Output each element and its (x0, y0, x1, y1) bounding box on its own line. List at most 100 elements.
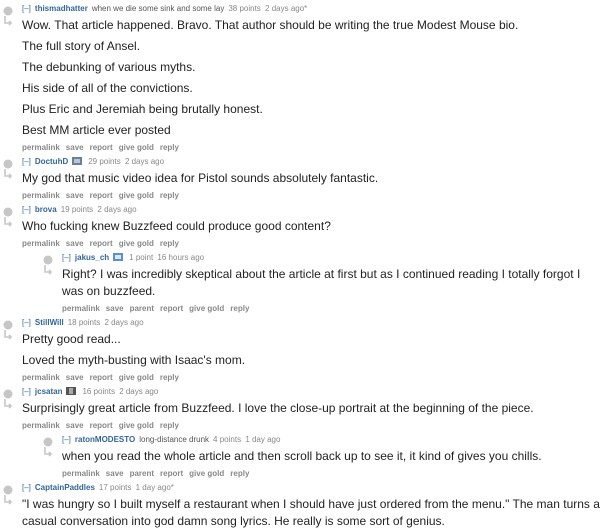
save-button[interactable]: save (66, 239, 84, 248)
comment-author[interactable]: StillWill (35, 318, 64, 327)
permalink-button[interactable]: permalink (22, 239, 60, 248)
give-gold-button[interactable]: give gold (189, 469, 224, 478)
give-gold-button[interactable]: give gold (119, 191, 154, 200)
parent-button[interactable]: parent (130, 304, 154, 313)
report-button[interactable]: report (90, 373, 113, 382)
comment-body: Right? I was incredibly skeptical about … (62, 266, 600, 300)
vote-arrows (2, 485, 16, 505)
downvote-icon[interactable] (2, 399, 14, 409)
comment-time: 2 days ago (119, 387, 159, 396)
permalink-button[interactable]: permalink (22, 143, 60, 152)
collapse-toggle[interactable]: [–] (22, 4, 31, 13)
save-button[interactable]: save (106, 304, 124, 313)
comment-body: Surprisingly great article from Buzzfeed… (22, 400, 600, 417)
upvote-icon[interactable] (2, 320, 14, 330)
comment-body: Pretty good read... Loved the myth-busti… (22, 331, 600, 369)
downvote-icon[interactable] (2, 330, 14, 340)
report-button[interactable]: report (160, 304, 183, 313)
comment-actions: permalink save report give gold reply (22, 421, 600, 431)
comment-author[interactable]: jakus_ch (75, 253, 109, 262)
report-button[interactable]: report (90, 239, 113, 248)
comment-author[interactable]: thismadhatter (35, 4, 88, 13)
comment-paragraph: My god that music video idea for Pistol … (22, 171, 379, 185)
flair-image-icon (72, 157, 83, 165)
comment-author[interactable]: jcsatan (35, 387, 63, 396)
reply-button[interactable]: reply (160, 239, 179, 248)
downvote-icon[interactable] (2, 169, 14, 179)
comment: [–] brova 19 points 2 days ago Who fucking… (0, 205, 600, 314)
downvote-icon[interactable] (42, 265, 54, 275)
give-gold-button[interactable]: give gold (119, 239, 154, 248)
comment-thread: [–] thismadhatter when we die some sink an… (0, 0, 600, 530)
comment-paragraph: Surprisingly great article from Buzzfeed… (22, 401, 534, 415)
reply-button[interactable]: reply (160, 191, 179, 200)
permalink-button[interactable]: permalink (62, 469, 100, 478)
downvote-icon[interactable] (2, 217, 14, 227)
collapse-toggle[interactable]: [–] (22, 483, 31, 492)
report-button[interactable]: report (90, 421, 113, 430)
permalink-button[interactable]: permalink (62, 304, 100, 313)
comment-tagline: [–] brova 19 points 2 days ago (22, 205, 600, 215)
give-gold-button[interactable]: give gold (119, 373, 154, 382)
give-gold-button[interactable]: give gold (119, 421, 154, 430)
comment-author[interactable]: CaptainPaddles (35, 483, 95, 492)
upvote-icon[interactable] (2, 159, 14, 169)
reply-button[interactable]: reply (160, 421, 179, 430)
vote-arrows (2, 389, 16, 409)
give-gold-button[interactable]: give gold (119, 143, 154, 152)
comment: [–] StillWill 18 points 2 days ago Pretty … (0, 318, 600, 383)
comment: [–] DoctuhD 29 points 2 days ago My god th… (0, 157, 600, 201)
comment-score: 19 points (60, 205, 94, 214)
downvote-icon[interactable] (2, 16, 14, 26)
downvote-icon[interactable] (2, 495, 14, 505)
comment-actions: permalink save report give gold reply (22, 191, 600, 201)
report-button[interactable]: report (90, 191, 113, 200)
save-button[interactable]: save (106, 469, 124, 478)
vote-arrows (42, 255, 56, 275)
save-button[interactable]: save (66, 373, 84, 382)
upvote-icon[interactable] (2, 485, 14, 495)
report-button[interactable]: report (90, 143, 113, 152)
save-button[interactable]: save (66, 191, 84, 200)
reply-button[interactable]: reply (230, 304, 249, 313)
parent-button[interactable]: parent (130, 469, 154, 478)
comment-paragraph: Wow. That article happened. Bravo. That … (22, 18, 519, 32)
upvote-icon[interactable] (2, 207, 14, 217)
reply-comment: [–] jakus_ch 1 point 16 hours ago Right? I… (40, 253, 600, 314)
upvote-icon[interactable] (2, 6, 14, 16)
collapse-toggle[interactable]: [–] (22, 387, 31, 396)
reply-button[interactable]: reply (230, 469, 249, 478)
reply-button[interactable]: reply (160, 373, 179, 382)
collapse-toggle[interactable]: [–] (62, 253, 71, 262)
save-button[interactable]: save (66, 421, 84, 430)
vote-arrows (2, 207, 16, 227)
collapse-toggle[interactable]: [–] (22, 205, 31, 214)
comment-paragraph: Right? I was incredibly skeptical about … (62, 267, 581, 298)
comment-author[interactable]: brova (35, 205, 57, 214)
comment-score: 17 points (98, 483, 132, 492)
comment-body: My god that music video idea for Pistol … (22, 170, 600, 187)
upvote-icon[interactable] (42, 437, 54, 447)
vote-arrows (2, 159, 16, 179)
comment-paragraph: Pretty good read... (22, 332, 121, 346)
report-button[interactable]: report (160, 469, 183, 478)
flair-image-icon (113, 253, 124, 261)
upvote-icon[interactable] (42, 255, 54, 265)
upvote-icon[interactable] (2, 389, 14, 399)
downvote-icon[interactable] (42, 447, 54, 457)
collapse-toggle[interactable]: [–] (22, 157, 31, 166)
permalink-button[interactable]: permalink (22, 373, 60, 382)
comment-score: 29 points (88, 157, 121, 166)
comment-paragraph: The debunking of various myths. (22, 60, 196, 74)
permalink-button[interactable]: permalink (22, 421, 60, 430)
save-button[interactable]: save (66, 143, 84, 152)
comment: [–] jcsatan 16 points 2 days ago Surprisin… (0, 387, 600, 479)
reply-button[interactable]: reply (160, 143, 179, 152)
comment-author[interactable]: DoctuhD (35, 157, 68, 166)
comment-tagline: [–] ratonMODESTO long-distance drunk 4 poin… (62, 435, 600, 445)
permalink-button[interactable]: permalink (22, 191, 60, 200)
comment-author[interactable]: ratonMODESTO (75, 435, 135, 444)
give-gold-button[interactable]: give gold (189, 304, 224, 313)
collapse-toggle[interactable]: [–] (62, 435, 71, 444)
collapse-toggle[interactable]: [–] (22, 318, 31, 327)
